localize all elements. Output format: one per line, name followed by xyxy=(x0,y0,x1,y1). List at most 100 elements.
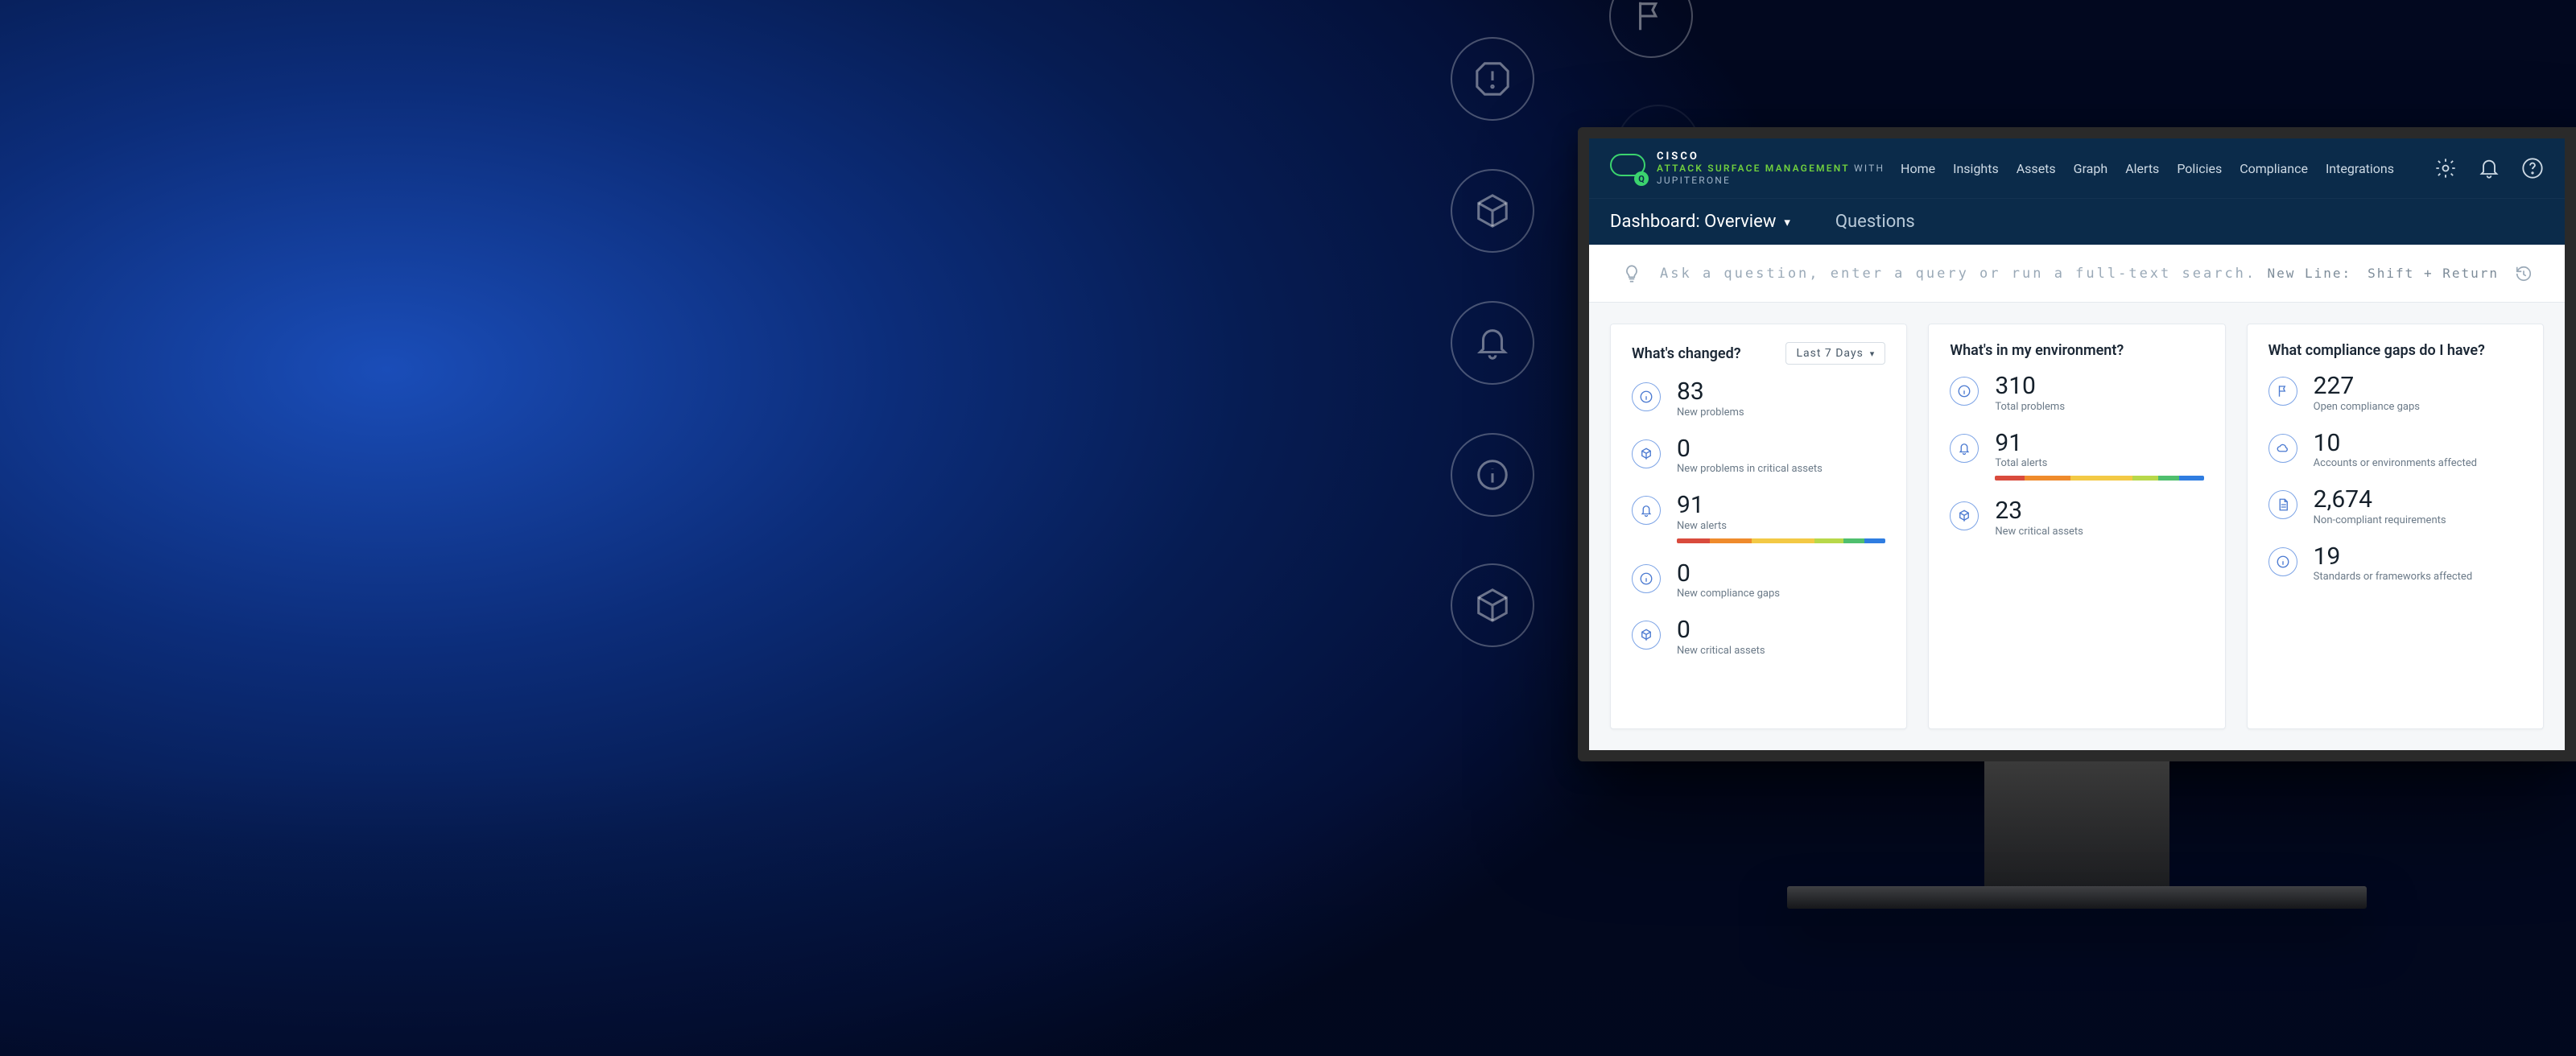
metric-value: 0 xyxy=(1677,561,1780,587)
deco-bell-icon xyxy=(1451,301,1534,385)
metric-label: New compliance gaps xyxy=(1677,588,1780,600)
metric-value: 10 xyxy=(2314,431,2477,456)
deco-info-icon xyxy=(1451,433,1534,517)
monitor: Q CISCO ATTACK SURFACE MANAGEMENT WITH J… xyxy=(1578,127,2576,909)
nav-assets[interactable]: Assets xyxy=(2017,161,2056,176)
bell-icon xyxy=(1632,496,1661,525)
metric-new-alerts[interactable]: 91 New alerts xyxy=(1632,493,1885,543)
bell-icon[interactable] xyxy=(2478,157,2500,179)
chevron-down-icon: ▾ xyxy=(1870,349,1876,359)
search-placeholder: Ask a question, enter a query or run a f… xyxy=(1660,266,2256,282)
metric-accounts-affected[interactable]: 10 Accounts or environments affected xyxy=(2268,431,2522,470)
metric-non-compliant-req[interactable]: 2,674 Non-compliant requirements xyxy=(2268,487,2522,526)
deco-cube-icon xyxy=(1451,169,1534,253)
card-environment: What's in my environment? 310 Total prob… xyxy=(1928,324,2225,729)
product-logo: Q xyxy=(1610,154,1645,183)
gear-icon[interactable] xyxy=(2434,157,2457,179)
history-icon[interactable] xyxy=(2515,265,2533,283)
dashboard-cards: What's changed? Last 7 Days ▾ 83 New pro… xyxy=(1589,303,2565,750)
range-dropdown[interactable]: Last 7 Days ▾ xyxy=(1785,342,1885,365)
metric-standards-affected[interactable]: 19 Standards or frameworks affected xyxy=(2268,544,2522,584)
metric-label: Total problems xyxy=(1995,401,2065,413)
metric-value: 23 xyxy=(1995,498,2083,524)
search-hint-keys: Shift + Return xyxy=(2368,266,2499,281)
info-icon xyxy=(1632,382,1661,411)
metric-value: 19 xyxy=(2314,544,2473,570)
brand-product: ATTACK SURFACE MANAGEMENT xyxy=(1657,163,1850,174)
total-alerts-sparkline xyxy=(1995,476,2203,481)
primary-nav: Home Insights Assets Graph Alerts Polici… xyxy=(1901,161,2394,176)
metric-value: 0 xyxy=(1677,436,1823,462)
bell-icon xyxy=(1950,434,1979,463)
metric-open-gaps[interactable]: 227 Open compliance gaps xyxy=(2268,373,2522,413)
metric-value: 91 xyxy=(1995,431,2203,456)
brand-block: CISCO ATTACK SURFACE MANAGEMENT WITH JUP… xyxy=(1657,151,1901,186)
nav-policies[interactable]: Policies xyxy=(2177,161,2222,176)
nav-integrations[interactable]: Integrations xyxy=(2326,161,2394,176)
deco-cube2-icon xyxy=(1451,563,1534,647)
metric-value: 0 xyxy=(1677,617,1765,643)
deco-flag-icon xyxy=(1609,0,1693,58)
metric-new-problems-critical[interactable]: 0 New problems in critical assets xyxy=(1632,436,1885,476)
metric-value: 2,674 xyxy=(2314,487,2446,513)
card-whats-changed: What's changed? Last 7 Days ▾ 83 New pro… xyxy=(1610,324,1907,729)
card-environment-title: What's in my environment? xyxy=(1950,342,2124,359)
document-icon xyxy=(2268,490,2297,519)
metric-label: Total alerts xyxy=(1995,457,2203,469)
metric-label: New alerts xyxy=(1677,520,1885,532)
info-icon xyxy=(1950,377,1979,406)
card-changed-title: What's changed? xyxy=(1632,345,1741,362)
nav-insights[interactable]: Insights xyxy=(1953,161,1999,176)
deco-octagon-alert-icon xyxy=(1451,37,1534,121)
info-icon xyxy=(1632,564,1661,593)
search-hint-label: New Line: xyxy=(2267,266,2351,281)
metric-new-critical-assets[interactable]: 0 New critical assets xyxy=(1632,617,1885,657)
monitor-bezel: Q CISCO ATTACK SURFACE MANAGEMENT WITH J… xyxy=(1578,127,2576,761)
app-window: Q CISCO ATTACK SURFACE MANAGEMENT WITH J… xyxy=(1589,138,2565,750)
monitor-neck xyxy=(1984,761,2169,886)
metric-label: Standards or frameworks affected xyxy=(2314,571,2473,583)
cube-icon xyxy=(1632,439,1661,468)
card-compliance: What compliance gaps do I have? 227 Open… xyxy=(2247,324,2544,729)
metric-value: 310 xyxy=(1995,373,2065,399)
metric-label: New problems in critical assets xyxy=(1677,463,1823,475)
metric-label: Accounts or environments affected xyxy=(2314,457,2477,469)
brand-vendor: CISCO xyxy=(1657,151,1901,163)
monitor-base xyxy=(1787,886,2367,909)
header-icon-group xyxy=(2434,157,2544,179)
help-icon[interactable] xyxy=(2521,157,2544,179)
metric-value: 91 xyxy=(1677,493,1885,518)
metric-value: 227 xyxy=(2314,373,2420,399)
card-compliance-title: What compliance gaps do I have? xyxy=(2268,342,2485,359)
metric-label: New critical assets xyxy=(1995,526,2083,538)
tab-dashboard-label: Dashboard: Overview xyxy=(1610,212,1776,232)
metric-label: New critical assets xyxy=(1677,645,1765,657)
tab-questions[interactable]: Questions xyxy=(1835,212,1915,232)
nav-home[interactable]: Home xyxy=(1901,161,1935,176)
alerts-sparkline xyxy=(1677,538,1885,543)
info-icon xyxy=(2268,547,2297,576)
metric-label: New problems xyxy=(1677,406,1744,419)
metric-value: 83 xyxy=(1677,379,1744,405)
metric-env-critical-assets[interactable]: 23 New critical assets xyxy=(1950,498,2203,538)
cube-icon xyxy=(1950,501,1979,530)
metric-label: Open compliance gaps xyxy=(2314,401,2420,413)
cloud-icon xyxy=(2268,434,2297,463)
sub-header: Dashboard: Overview ▾ Questions xyxy=(1589,198,2565,245)
lightbulb-icon xyxy=(1621,263,1642,284)
nav-compliance[interactable]: Compliance xyxy=(2240,161,2308,176)
app-header: Q CISCO ATTACK SURFACE MANAGEMENT WITH J… xyxy=(1589,138,2565,198)
range-label: Last 7 Days xyxy=(1796,347,1863,360)
nav-alerts[interactable]: Alerts xyxy=(2125,161,2159,176)
search-bar[interactable]: Ask a question, enter a query or run a f… xyxy=(1589,245,2565,303)
tab-dashboard[interactable]: Dashboard: Overview ▾ xyxy=(1610,212,1790,232)
metric-total-problems[interactable]: 310 Total problems xyxy=(1950,373,2203,413)
metric-new-problems[interactable]: 83 New problems xyxy=(1632,379,1885,419)
metric-total-alerts[interactable]: 91 Total alerts xyxy=(1950,431,2203,481)
cube-icon xyxy=(1632,621,1661,650)
flag-icon xyxy=(2268,377,2297,406)
chevron-down-icon: ▾ xyxy=(1784,215,1790,229)
metric-new-compliance-gaps[interactable]: 0 New compliance gaps xyxy=(1632,561,1885,600)
metric-label: Non-compliant requirements xyxy=(2314,514,2446,526)
nav-graph[interactable]: Graph xyxy=(2074,161,2108,176)
